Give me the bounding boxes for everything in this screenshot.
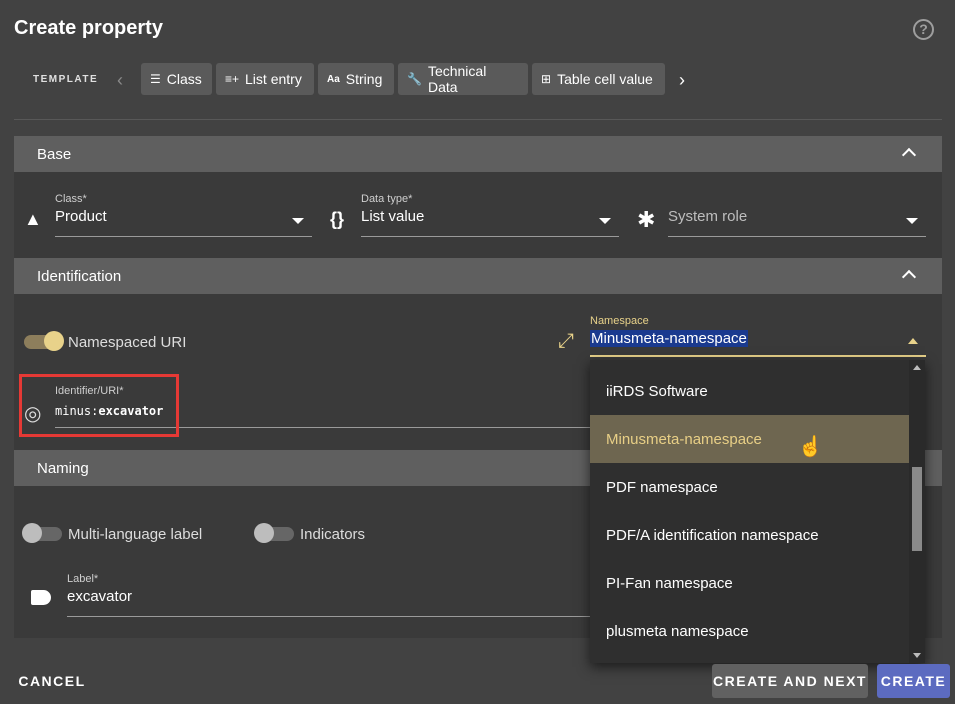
indicators-label: Indicators <box>300 526 366 543</box>
template-chip-technical-data[interactable]: 🔧 Technical Data <box>398 63 528 95</box>
chip-label: String <box>345 71 383 87</box>
chevron-up-icon <box>901 147 917 163</box>
scrollbar-thumb[interactable] <box>912 467 922 551</box>
namespace-option[interactable]: PDF namespace <box>590 463 909 511</box>
namespaced-uri-label: Namespaced URI <box>68 334 187 351</box>
chevron-up-icon <box>901 269 917 285</box>
chip-label: Class <box>166 71 202 87</box>
braces-icon: {} <box>330 209 345 229</box>
namespaced-uri-toggle[interactable] <box>24 331 64 351</box>
asterisk-icon: ✱ <box>637 207 656 232</box>
template-chip-list-entry[interactable]: ≡+ List entry <box>216 63 314 95</box>
scroll-down-icon[interactable] <box>913 653 921 658</box>
dropdown-arrow-up-icon <box>908 338 918 344</box>
divider <box>14 119 942 120</box>
chip-label: Technical Data <box>427 63 487 95</box>
namespace-option[interactable]: PI-Fan namespace <box>590 559 909 607</box>
chevron-left-icon[interactable]: ‹ <box>117 70 123 91</box>
create-button[interactable]: CREATE <box>877 664 950 698</box>
class-select[interactable]: Class* Product <box>55 193 312 237</box>
namespace-option[interactable]: plusmeta namespace <box>590 607 909 655</box>
section-title: Naming <box>37 459 89 477</box>
cancel-button[interactable]: CANCEL <box>14 664 90 698</box>
hand-cursor-icon: ☝ <box>798 436 823 458</box>
section-title: Base <box>37 145 72 163</box>
chip-label: List entry <box>245 71 302 87</box>
namespace-option[interactable]: iiRDS Software <box>590 367 909 415</box>
highlight-box <box>19 374 179 437</box>
multi-language-toggle[interactable] <box>22 523 62 543</box>
dialog-title: Create property <box>14 17 163 39</box>
namespace-select[interactable]: Namespace Minusmeta-namespace <box>590 315 926 357</box>
namespace-option[interactable]: PDF/A identification namespace <box>590 511 909 559</box>
template-chip-string[interactable]: Aa String <box>318 63 394 95</box>
dropdown-scrollbar[interactable] <box>909 360 925 663</box>
identification-section-header[interactable]: Identification <box>14 258 942 294</box>
template-chip-table-cell-value[interactable]: ⊞ Table cell value <box>532 63 665 95</box>
base-section-header[interactable]: Base <box>14 136 942 172</box>
template-label: TEMPLATE <box>33 74 99 85</box>
shapes-icon: ▲ <box>24 209 42 229</box>
create-and-next-button[interactable]: CREATE AND NEXT <box>712 664 868 698</box>
chevron-right-icon[interactable]: › <box>679 70 685 91</box>
system-role-select[interactable]: System role <box>668 193 926 237</box>
dropdown-arrow-icon <box>906 218 918 224</box>
table-icon: ⊞ <box>541 72 552 86</box>
multi-language-label: Multi-language label <box>68 526 203 543</box>
text-icon: Aa <box>327 73 340 85</box>
scroll-up-icon[interactable] <box>913 365 921 370</box>
expand-icon[interactable]: ⤢ <box>558 330 574 353</box>
section-title: Identification <box>37 267 122 285</box>
wrench-icon: 🔧 <box>407 72 422 86</box>
list-add-icon: ≡+ <box>225 72 240 86</box>
indicators-toggle[interactable] <box>254 523 294 543</box>
dropdown-arrow-icon <box>599 218 611 224</box>
label-icon <box>31 590 51 605</box>
label-field[interactable]: Label* excavator <box>67 573 597 617</box>
class-icon: ☰ <box>150 72 161 86</box>
namespace-dropdown-list[interactable]: iiRDS Software Minusmeta-namespace PDF n… <box>590 360 925 663</box>
chip-label: Table cell value <box>557 71 653 87</box>
namespace-option-selected[interactable]: Minusmeta-namespace <box>590 415 909 463</box>
help-icon[interactable]: ? <box>913 19 934 40</box>
data-type-select[interactable]: Data type* List value <box>361 193 619 237</box>
dropdown-arrow-icon <box>292 218 304 224</box>
template-chip-class[interactable]: ☰ Class <box>141 63 212 95</box>
